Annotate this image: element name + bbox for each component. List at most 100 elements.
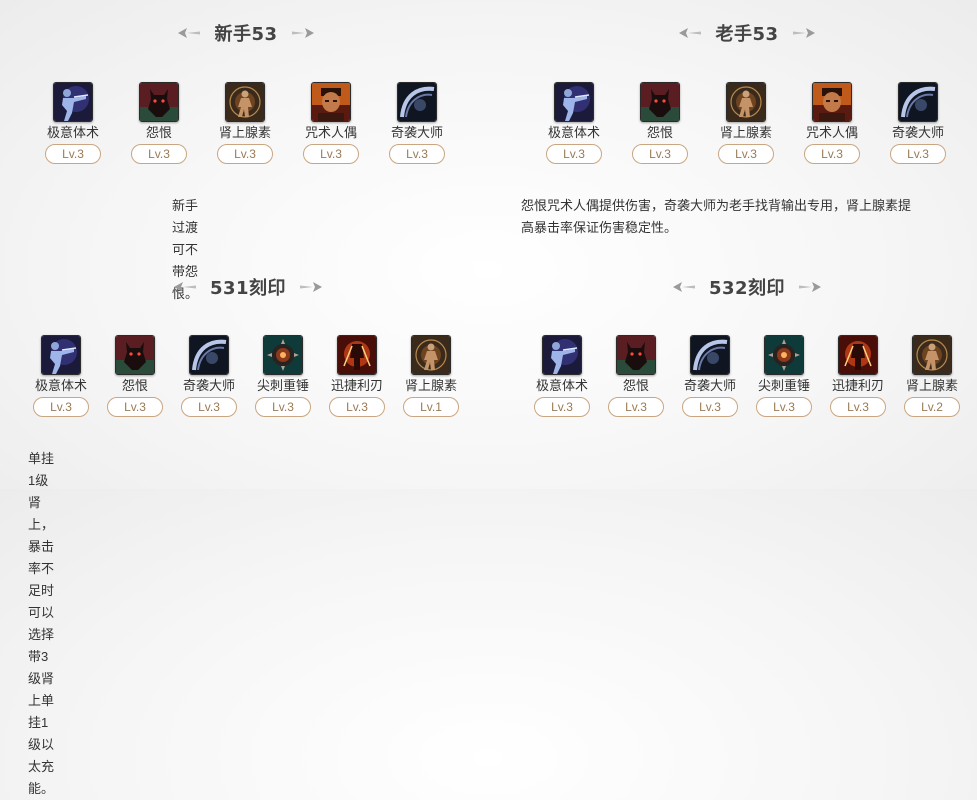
skill-level-badge: Lv.3 (131, 144, 187, 164)
skill-card[interactable]: 怨恨 Lv.3 (617, 82, 703, 164)
skill-card[interactable]: 尖刺重锤 Lv.3 (246, 335, 320, 417)
skill-level-badge: Lv.3 (682, 397, 738, 417)
skill-name: 极意体术 (46, 125, 99, 140)
skill-card[interactable]: 肾上腺素 Lv.2 (895, 335, 969, 417)
skill-name: 肾上腺素 (719, 125, 772, 140)
adrenaline-icon (912, 335, 952, 375)
cursed-doll-icon (311, 82, 351, 122)
skill-card[interactable]: 极意体术 Lv.3 (531, 82, 617, 164)
build-description: 怨恨咒术人偶提供伤害，奇袭大师为老手找背输出专用，肾上腺素提 高暴击率保证伤害稳… (521, 195, 977, 239)
adrenaline-icon (411, 335, 451, 375)
ornament-left-icon (173, 282, 196, 292)
skill-card[interactable]: 极意体术 Lv.3 (24, 335, 98, 417)
skill-level-badge: Lv.3 (804, 144, 860, 164)
ornament-right-icon (300, 282, 323, 292)
skill-level-badge: Lv.3 (534, 397, 590, 417)
skill-card[interactable]: 怨恨 Lv.3 (599, 335, 673, 417)
skill-level-badge: Lv.3 (389, 144, 445, 164)
skill-name: 奇袭大师 (182, 378, 235, 393)
skill-name: 怨恨 (121, 378, 148, 393)
skill-level-badge: Lv.3 (107, 397, 163, 417)
skill-level-badge: Lv.3 (181, 397, 237, 417)
skill-card[interactable]: 迅捷利刃 Lv.3 (821, 335, 895, 417)
panel-title: 新手53 (214, 24, 278, 45)
panel-title-row: 新手53 (170, 20, 322, 46)
skill-name: 极意体术 (535, 378, 588, 393)
grudge-icon (616, 335, 656, 375)
ornament-left-icon (679, 28, 702, 38)
skill-list: 极意体术 Lv.3 怨恨 Lv.3 肾上腺素 Lv.3 咒术人偶 Lv.3 奇袭… (30, 82, 460, 164)
skill-card[interactable]: 奇袭大师 Lv.3 (374, 82, 460, 164)
skill-name: 尖刺重锤 (757, 378, 810, 393)
skill-name: 怨恨 (145, 125, 172, 140)
panel-title: 532刻印 (708, 278, 786, 299)
description-line: 高暴击率保证伤害稳定性。 (521, 220, 678, 235)
skill-card[interactable]: 极意体术 Lv.3 (525, 335, 599, 417)
skill-list: 极意体术 Lv.3 怨恨 Lv.3 奇袭大师 Lv.3 尖刺重锤 Lv.3 迅捷… (24, 335, 468, 417)
skill-name: 咒术人偶 (304, 125, 357, 140)
martial-arts-icon (542, 335, 582, 375)
ambush-master-icon (690, 335, 730, 375)
spiked-hammer-icon (764, 335, 804, 375)
skill-level-badge: Lv.3 (756, 397, 812, 417)
skill-card[interactable]: 极意体术 Lv.3 (30, 82, 116, 164)
skill-card[interactable]: 咒术人偶 Lv.3 (789, 82, 875, 164)
skill-name: 尖刺重锤 (256, 378, 309, 393)
swift-blade-icon (337, 335, 377, 375)
skill-level-badge: Lv.3 (329, 397, 385, 417)
swift-blade-icon (838, 335, 878, 375)
martial-arts-icon (53, 82, 93, 122)
adrenaline-icon (225, 82, 265, 122)
spiked-hammer-icon (263, 335, 303, 375)
skill-card[interactable]: 奇袭大师 Lv.3 (673, 335, 747, 417)
panel-title-row: 532刻印 (664, 274, 830, 300)
ornament-right-icon (799, 282, 822, 292)
skill-name: 怨恨 (646, 125, 673, 140)
skill-level-badge: Lv.3 (890, 144, 946, 164)
skill-level-badge: Lv.3 (830, 397, 886, 417)
skill-name: 肾上腺素 (905, 378, 958, 393)
skill-level-badge: Lv.3 (632, 144, 688, 164)
skill-level-badge: Lv.3 (718, 144, 774, 164)
skill-name: 奇袭大师 (891, 125, 944, 140)
panel-title-row: 老手53 (671, 20, 823, 46)
skill-name: 怨恨 (622, 378, 649, 393)
grudge-icon (640, 82, 680, 122)
martial-arts-icon (554, 82, 594, 122)
ornament-right-icon (291, 28, 314, 38)
skill-level-badge: Lv.3 (546, 144, 602, 164)
skill-card[interactable]: 尖刺重锤 Lv.3 (747, 335, 821, 417)
martial-arts-icon (41, 335, 81, 375)
skill-level-badge: Lv.1 (403, 397, 459, 417)
skill-card[interactable]: 肾上腺素 Lv.1 (394, 335, 468, 417)
skill-level-badge: Lv.3 (33, 397, 89, 417)
skill-card[interactable]: 咒术人偶 Lv.3 (288, 82, 374, 164)
ambush-master-icon (397, 82, 437, 122)
skill-card[interactable]: 奇袭大师 Lv.3 (172, 335, 246, 417)
skill-name: 咒术人偶 (805, 125, 858, 140)
skill-card[interactable]: 奇袭大师 Lv.3 (875, 82, 961, 164)
ornament-right-icon (792, 28, 815, 38)
adrenaline-icon (726, 82, 766, 122)
skill-card[interactable]: 肾上腺素 Lv.3 (202, 82, 288, 164)
skill-card[interactable]: 怨恨 Lv.3 (116, 82, 202, 164)
skill-card[interactable]: 迅捷利刃 Lv.3 (320, 335, 394, 417)
skill-level-badge: Lv.3 (45, 144, 101, 164)
panel-title: 531刻印 (209, 278, 287, 299)
build-description: 单挂1级肾上，暴击率不足时可以选择带3级肾上单挂1级以太充能。 (28, 451, 55, 796)
grudge-icon (139, 82, 179, 122)
grudge-icon (115, 335, 155, 375)
skill-name: 肾上腺素 (218, 125, 271, 140)
skill-card[interactable]: 肾上腺素 Lv.3 (703, 82, 789, 164)
panel-title: 老手53 (715, 24, 779, 45)
ornament-left-icon (672, 282, 695, 292)
skill-card[interactable]: 怨恨 Lv.3 (98, 335, 172, 417)
skill-level-badge: Lv.3 (217, 144, 273, 164)
skill-name: 奇袭大师 (683, 378, 736, 393)
skill-list: 极意体术 Lv.3 怨恨 Lv.3 肾上腺素 Lv.3 咒术人偶 Lv.3 奇袭… (531, 82, 961, 164)
skill-list: 极意体术 Lv.3 怨恨 Lv.3 奇袭大师 Lv.3 尖刺重锤 Lv.3 迅捷… (525, 335, 969, 417)
cursed-doll-icon (812, 82, 852, 122)
ambush-master-icon (189, 335, 229, 375)
skill-name: 迅捷利刃 (330, 378, 383, 393)
skill-name: 肾上腺素 (404, 378, 457, 393)
